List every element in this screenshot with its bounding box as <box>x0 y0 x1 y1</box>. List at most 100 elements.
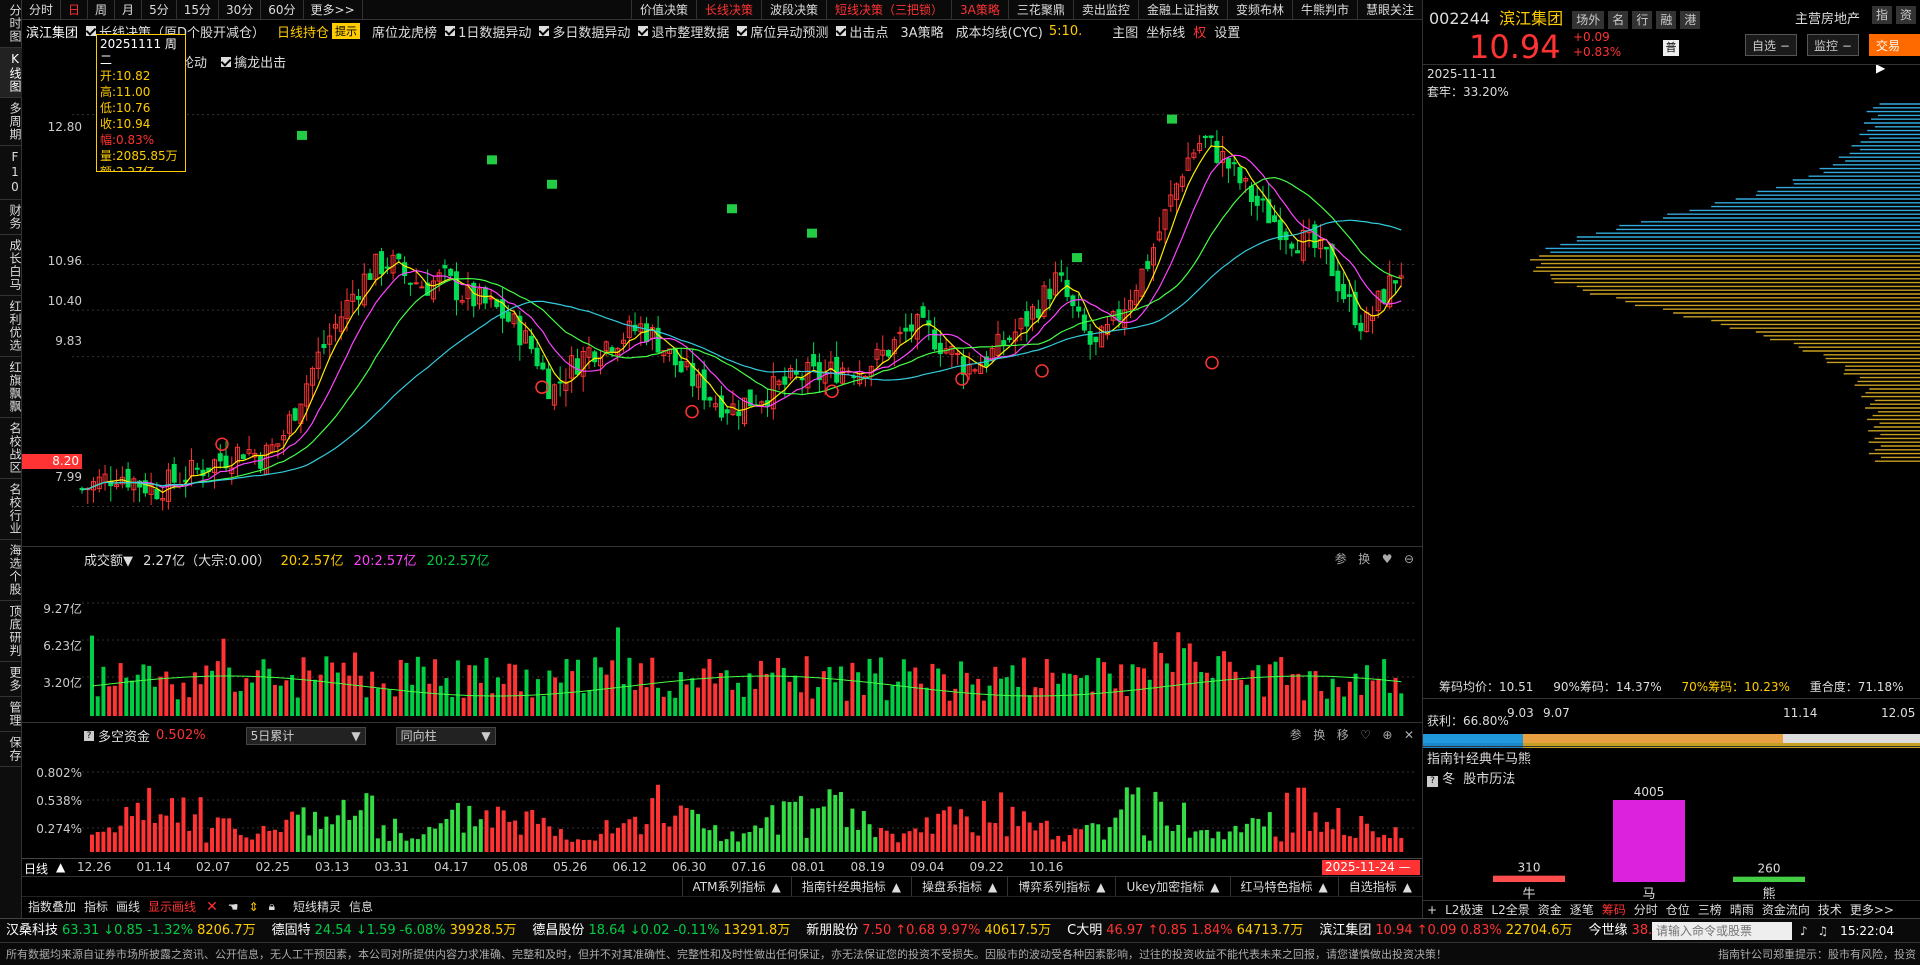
kline-chart[interactable] <box>22 42 1422 547</box>
right-tab[interactable]: 资金 <box>1538 901 1562 918</box>
zoom-out-icon[interactable]: ⊖ <box>1404 552 1414 566</box>
strategy-tab[interactable]: 波段决策 <box>761 0 826 20</box>
strategy-tab[interactable]: 金融上证指数 <box>1137 0 1227 20</box>
bell-icon[interactable]: ♫ <box>1818 924 1829 938</box>
favorite-icon[interactable]: ♥ <box>1382 552 1393 566</box>
nav-item[interactable]: 财务 <box>0 200 22 235</box>
trade-button[interactable]: 交易 ▶ <box>1869 34 1920 75</box>
indicator-3a[interactable]: 3A策略 <box>900 22 943 41</box>
drawline-button[interactable]: 画线 <box>116 898 140 915</box>
flow-period-select[interactable]: 5日累计 ▼ <box>245 726 366 745</box>
stock-badge[interactable]: 行 <box>1632 11 1653 29</box>
short-sprite-button[interactable]: 短线精灵 <box>293 898 341 915</box>
nav-item[interactable]: F10 <box>0 146 22 200</box>
nav-item[interactable]: 成长白马 <box>0 235 22 296</box>
param-button[interactable]: 参 <box>1290 728 1302 742</box>
period-tab[interactable]: 分时 <box>22 0 62 20</box>
settings-button[interactable]: 设置 <box>1214 22 1240 41</box>
right-tab[interactable]: 资金流向 <box>1762 901 1810 918</box>
show-drawline-button[interactable]: 显示画线 <box>148 898 196 915</box>
strategy-tab[interactable]: 三花聚鼎 <box>1007 0 1073 20</box>
right-tab[interactable]: 晴雨 <box>1730 901 1754 918</box>
delete-icon[interactable]: ✕ <box>206 899 218 915</box>
stock-badge[interactable]: 融 <box>1656 11 1677 29</box>
margin-icon[interactable]: 普 <box>1663 40 1679 56</box>
indicator-daily-hold[interactable]: 日线持仓 <box>277 22 329 41</box>
lock-icon[interactable]: 🔒︎ <box>269 899 275 914</box>
indicator-attack[interactable]: 出击点 <box>849 22 888 41</box>
right-tab[interactable]: 仓位 <box>1666 901 1690 918</box>
nav-item[interactable]: 名校行业 <box>0 479 22 540</box>
watchlist-button[interactable]: 自选 − <box>1745 34 1797 56</box>
strategy-tab[interactable]: 慧眼关注 <box>1356 0 1422 20</box>
right-tab[interactable]: 分时 <box>1634 901 1658 918</box>
nav-item[interactable]: 海选个股 <box>0 540 22 601</box>
nav-item[interactable]: 管理 <box>0 697 22 732</box>
checkbox-icon[interactable] <box>737 26 748 36</box>
indicator-tab[interactable]: 操盘系指标 ▲ <box>910 877 1007 897</box>
nav-item[interactable]: 名校战区 <box>0 418 22 479</box>
switch-button[interactable]: 换 <box>1313 728 1325 742</box>
right-tab[interactable]: 更多>> <box>1850 901 1894 918</box>
indicator-multiday[interactable]: 多日数据异动 <box>552 22 630 41</box>
arrow-updown-icon[interactable]: ⇕ <box>249 900 259 914</box>
nav-item[interactable]: K线图 <box>0 48 22 98</box>
period-tab[interactable]: 60分 <box>261 0 304 20</box>
kline-chart-panel[interactable]: 12.80 10.96 10.40 9.83 8.20 7.99 <box>22 42 1422 547</box>
indicator-delist[interactable]: 退市整理数据 <box>651 22 729 41</box>
period-tab[interactable]: 15分 <box>177 0 219 20</box>
ticker-item[interactable]: 汉桑科技 63.31 ↓0.85 -1.32% 8206.7万 <box>6 923 256 938</box>
hint-badge[interactable]: 提示 <box>332 23 361 39</box>
stock-badge[interactable]: 场外 <box>1572 11 1605 29</box>
nav-item[interactable]: 分时图 <box>0 0 22 48</box>
hand-icon[interactable]: ☚ <box>228 900 239 914</box>
info-badge[interactable]: 资 <box>1895 6 1916 24</box>
nav-item[interactable]: 更多 <box>0 662 22 697</box>
strategy-tab[interactable]: 变频布林 <box>1226 0 1292 20</box>
nav-item[interactable]: 红旗飘飘 <box>0 357 22 418</box>
close-icon[interactable]: ✕ <box>1404 728 1414 742</box>
nav-item[interactable]: 顶底研判 <box>0 601 22 662</box>
checkbox-icon[interactable] <box>539 26 550 36</box>
right-tab[interactable]: L2极速 <box>1445 901 1483 918</box>
right-tab[interactable]: 筹码 <box>1602 901 1626 918</box>
favorite-icon[interactable]: ♡ <box>1360 728 1371 742</box>
indicator-tab[interactable]: 红马特色指标 ▲ <box>1229 877 1338 897</box>
strategy-tab[interactable]: 短线决策（三把锁） <box>826 0 951 20</box>
indicator-tab[interactable]: Ukey加密指标 ▲ <box>1115 877 1229 897</box>
indicator-cyc[interactable]: 成本均线(CYC) <box>956 22 1043 41</box>
indicator-button[interactable]: 指标 <box>84 898 108 915</box>
flow-bar-select[interactable]: 同向柱 ▼ <box>395 726 496 745</box>
gridline-button[interactable]: 坐标线 <box>1146 22 1185 41</box>
rights-button[interactable]: 权 <box>1193 22 1206 41</box>
speaker-icon[interactable]: ♪ <box>1800 924 1808 938</box>
period-tab[interactable]: 30分 <box>219 0 262 20</box>
command-input[interactable] <box>1652 922 1792 940</box>
strategy-tab[interactable]: 长线决策 <box>696 0 761 20</box>
right-tab[interactable]: 技术 <box>1818 901 1842 918</box>
period-tab[interactable]: 更多>> <box>304 0 363 20</box>
right-tab[interactable]: L2全景 <box>1491 901 1529 918</box>
indicator-seat-predict[interactable]: 席位异动预测 <box>750 22 828 41</box>
period-tab[interactable]: 月 <box>115 0 143 20</box>
move-button[interactable]: 移 <box>1337 728 1349 742</box>
strategy-tab[interactable]: 卖出监控 <box>1072 0 1138 20</box>
right-tab[interactable]: 三榜 <box>1698 901 1722 918</box>
monitor-button[interactable]: 监控 − <box>1807 34 1859 56</box>
ticker-item[interactable]: C大明 46.97 ↑0.85 1.84% 64713.7万 <box>1067 923 1303 938</box>
strategy-tab[interactable]: 3A策略 <box>951 0 1008 20</box>
add-icon[interactable]: + <box>1427 903 1437 917</box>
indicator-1day[interactable]: 1日数据异动 <box>458 22 531 41</box>
period-tab[interactable]: 5分 <box>142 0 177 20</box>
volume-panel[interactable]: 成交额▼ 2.27亿（大宗:0.00） 20:2.57亿 20:2.57亿 20… <box>22 548 1422 723</box>
indicator-tab[interactable]: 博弈系列指标 ▲ <box>1007 877 1115 897</box>
main-chart-button[interactable]: 主图 <box>1112 22 1138 41</box>
strategy-tab[interactable]: 价值决策 <box>630 0 696 20</box>
indicator-tab[interactable]: 指南针经典指标 ▲ <box>790 877 911 897</box>
volume-title[interactable]: 成交额 <box>84 554 123 569</box>
ticker-item[interactable]: 新朋股份 7.50 ↑0.68 9.97% 40617.5万 <box>806 923 1051 938</box>
indicator-seat[interactable]: 席位龙虎榜 <box>372 22 437 41</box>
checkbox-icon[interactable] <box>445 26 456 36</box>
ticker-item[interactable]: 德固特 24.54 ↓1.59 -6.08% 39928.5万 <box>272 923 517 938</box>
info-button[interactable]: 信息 <box>349 898 373 915</box>
